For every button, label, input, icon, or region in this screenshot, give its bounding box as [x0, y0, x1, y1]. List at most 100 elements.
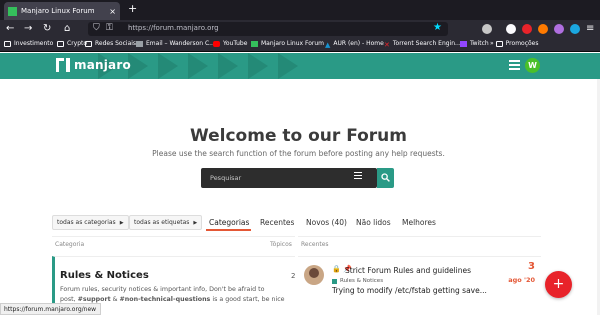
home-icon[interactable]: ⌂	[64, 22, 70, 36]
extension-orange-icon[interactable]	[538, 24, 548, 34]
hamburger-menu-icon[interactable]	[509, 60, 520, 72]
folder-icon	[85, 40, 92, 47]
lock-icon[interactable]: ⚿	[106, 23, 113, 33]
bookmark-redes-sociais[interactable]: Redes Sociais	[85, 40, 136, 47]
active-tab-indicator	[206, 229, 251, 231]
browser-tab-strip: Manjaro Linux Forum × +	[0, 0, 600, 20]
poster-avatar[interactable]	[304, 265, 324, 285]
search-button[interactable]	[377, 168, 394, 188]
new-tab-button[interactable]: +	[128, 2, 137, 15]
bookmark-label: Investimento	[14, 40, 54, 47]
topic-category-badge[interactable]: Rules & Notices	[332, 278, 383, 284]
bookmark-torrent-search[interactable]: ✕ Torrent Search Engin...	[384, 40, 461, 49]
topic-title[interactable]: Strict Forum Rules and guidelines	[345, 266, 471, 275]
topic-title[interactable]: Trying to modify /etc/fstab getting save…	[332, 286, 487, 295]
category-title[interactable]: Rules & Notices	[60, 270, 149, 281]
column-header-topics: Tópicos	[270, 241, 292, 248]
close-tab-icon[interactable]: ×	[109, 7, 116, 16]
search-input[interactable]: Pesquisar	[201, 168, 377, 188]
recent-topics-panel: Recentes 🔒 📌 Strict Forum Rules and guid…	[298, 236, 541, 306]
topic-date[interactable]: ago '20	[508, 276, 535, 284]
column-header-category: Categoria	[55, 241, 85, 248]
header-chevron-decor	[188, 53, 208, 79]
category-filter-label: todas as categorias	[57, 219, 116, 226]
folder-icon	[4, 40, 11, 47]
forum-page: Welcome to our Forum Please use the sear…	[0, 79, 597, 313]
tag-filter-label: todas as etiquetas	[134, 219, 190, 226]
bookmark-label: Email – Wanderson C...	[146, 40, 215, 47]
extension-red-icon[interactable]	[522, 24, 532, 34]
bookmark-investimento[interactable]: Investimento	[4, 40, 53, 47]
chevron-right-icon: »	[490, 40, 494, 47]
bookmark-youtube[interactable]: YouTube	[213, 40, 247, 47]
category-filter-dropdown[interactable]: todas as categorias ▶	[52, 215, 129, 230]
browser-navbar: ← → ↻ ⌂ ⛉ ⚿ https://forum.manjaro.org ★ …	[0, 20, 600, 38]
manjaro-logo-icon	[56, 58, 70, 72]
bookmarks-bar: Investimento Crypto Redes Sociais Email …	[0, 38, 600, 52]
bookmark-label: YouTube	[223, 40, 248, 47]
reload-icon[interactable]: ↻	[43, 22, 51, 36]
category-description-line: Forum rules, security notices & importan…	[60, 286, 265, 293]
caret-right-icon: ▶	[193, 220, 198, 226]
site-header: manjaro W	[0, 53, 600, 79]
bookmark-manjaro-forum[interactable]: Manjaro Linux Forum	[251, 40, 324, 47]
header-chevron-decor	[248, 53, 268, 79]
tab-novos[interactable]: Novos (40)	[306, 218, 347, 227]
user-avatar[interactable]: W	[525, 58, 540, 73]
bookmark-twitch[interactable]: Twitch	[460, 40, 489, 47]
header-chevron-decor	[158, 53, 178, 79]
page-subtitle: Please use the search function of the fo…	[152, 149, 445, 158]
column-header-recent: Recentes	[301, 241, 329, 248]
extension-purple-icon[interactable]	[554, 24, 564, 34]
tab-title: Manjaro Linux Forum	[21, 7, 95, 15]
tab-melhores[interactable]: Melhores	[402, 218, 436, 227]
url-text[interactable]: https://forum.manjaro.org	[128, 24, 219, 32]
extension-w-icon[interactable]	[506, 24, 516, 34]
shield-icon[interactable]: ⛉	[93, 23, 100, 33]
logo-text: manjaro	[74, 58, 131, 72]
search-placeholder: Pesquisar	[210, 174, 242, 182]
bookmark-label: Redes Sociais	[95, 40, 137, 47]
bookmark-aur[interactable]: ▲ AUR (en) - Home	[325, 40, 384, 49]
header-chevron-decor	[278, 53, 298, 79]
pocket-icon[interactable]	[482, 24, 492, 34]
twitch-icon	[460, 40, 467, 47]
bookmark-star-icon[interactable]: ★	[433, 22, 442, 33]
header-chevron-decor	[128, 53, 148, 79]
youtube-icon	[213, 40, 220, 47]
caret-right-icon: ▶	[119, 220, 124, 226]
tag-filter-dropdown[interactable]: todas as etiquetas ▶	[129, 215, 203, 230]
back-icon[interactable]: ←	[6, 22, 14, 36]
search-options-icon[interactable]	[354, 172, 362, 181]
manjaro-favicon-icon	[8, 6, 17, 16]
address-bar[interactable]: ⛉ ⚿ https://forum.manjaro.org ★	[88, 22, 448, 36]
tab-nao-lidos[interactable]: Não lidos	[356, 218, 391, 227]
forward-icon[interactable]: →	[24, 22, 32, 36]
arch-icon: ▲	[325, 40, 331, 49]
manjaro-logo[interactable]: manjaro	[56, 58, 131, 72]
topic-category-label: Rules & Notices	[340, 278, 384, 284]
search-icon	[381, 173, 390, 182]
manjaro-icon	[251, 40, 258, 47]
tab-recentes[interactable]: Recentes	[260, 218, 294, 227]
new-topic-fab-button[interactable]: +	[545, 271, 572, 298]
tab-categorias[interactable]: Categorias	[209, 218, 249, 227]
topic-post-count[interactable]: 3	[528, 261, 535, 272]
bookmark-label: Manjaro Linux Forum	[261, 40, 325, 47]
bookmark-email[interactable]: Email – Wanderson C...	[136, 40, 215, 47]
folder-icon	[57, 40, 64, 47]
bookmark-label: AUR (en) - Home	[333, 40, 384, 47]
menu-icon[interactable]: ≡	[586, 22, 594, 36]
mail-icon	[136, 40, 143, 47]
page-title: Welcome to our Forum	[189, 126, 408, 146]
categories-panel: Categoria Tópicos Rules & Notices Forum …	[52, 236, 296, 313]
header-chevron-decor	[218, 53, 238, 79]
bookmark-promocoes[interactable]: » Promoções	[490, 40, 539, 47]
bookmark-label: Twitch	[470, 40, 489, 47]
extension-blue-icon[interactable]	[570, 24, 580, 34]
bookmark-crypto[interactable]: Crypto	[57, 40, 87, 47]
category-topic-count: 2	[291, 272, 296, 280]
link-status-bar: https://forum.manjaro.org/new	[0, 303, 102, 315]
torrent-icon: ✕	[384, 40, 390, 49]
browser-tab[interactable]: Manjaro Linux Forum ×	[4, 2, 120, 20]
